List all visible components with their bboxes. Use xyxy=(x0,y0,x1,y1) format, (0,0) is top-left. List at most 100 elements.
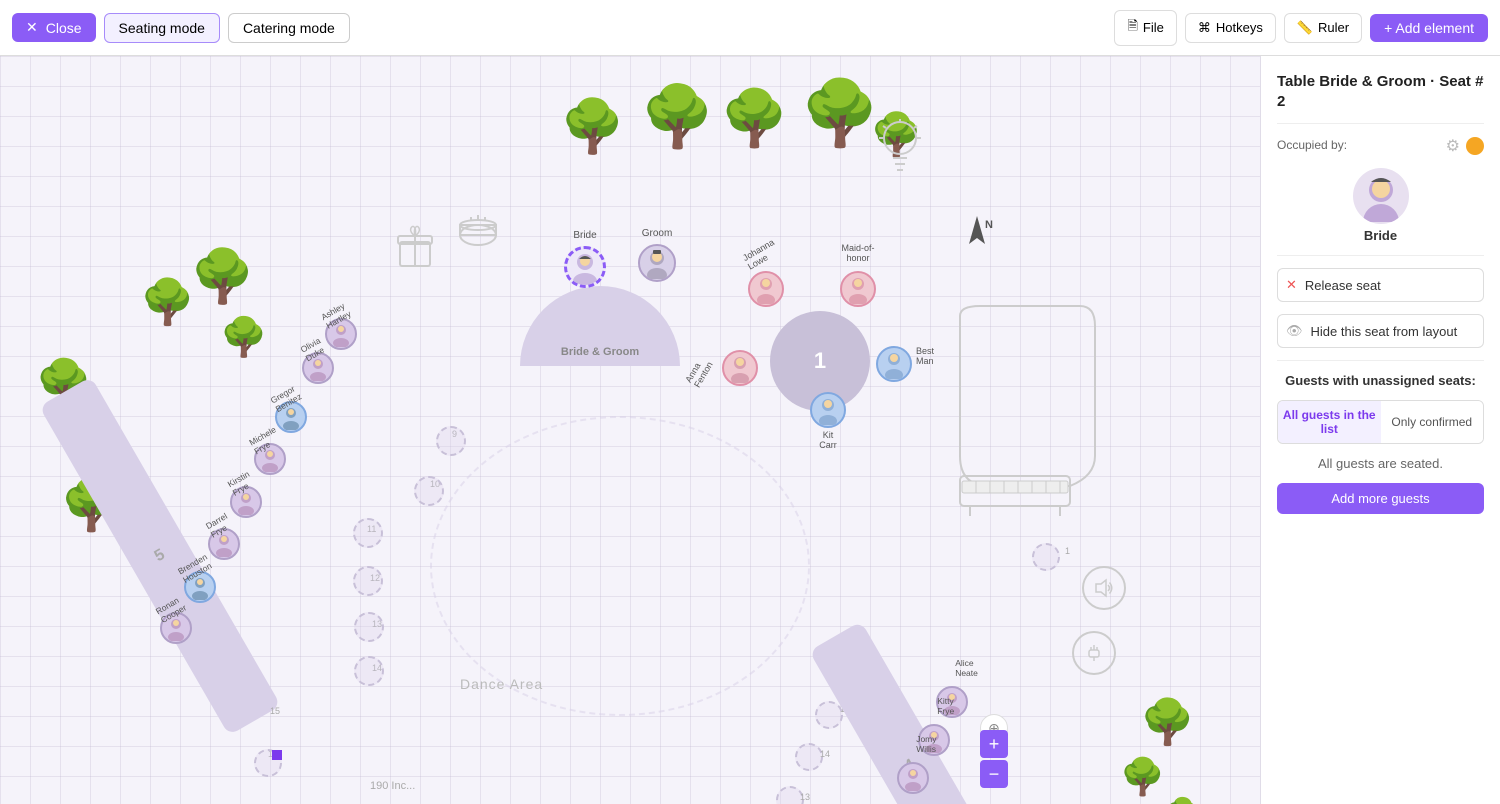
groom-seat[interactable]: Groom xyxy=(638,244,676,282)
file-icon: 🗎 xyxy=(1127,17,1137,39)
ruler-icon: 📏 xyxy=(1297,20,1313,36)
add-guests-label: Add more guests xyxy=(1331,491,1429,506)
tree-icon-3: 🌳 xyxy=(720,86,788,151)
add-more-guests-button[interactable]: Add more guests xyxy=(1277,483,1484,514)
svg-text:N: N xyxy=(985,219,993,231)
kirstin-seat[interactable]: KirstinFrye xyxy=(230,486,262,518)
empty-seat-11[interactable] xyxy=(353,518,383,548)
empty-seat-12[interactable] xyxy=(353,566,383,596)
occupied-row: Occupied by: ⚙ xyxy=(1277,136,1484,156)
tree-icon-br1: 🌳 xyxy=(1140,696,1195,748)
seating-mode-button[interactable]: Seating mode xyxy=(104,13,220,43)
kitty-label: KittyFrye xyxy=(937,696,954,716)
tree-icon-br3: 🌳 xyxy=(1165,796,1200,804)
topbar-right: 🗎 File ⌘ Hotkeys 📏 Ruler + Add element xyxy=(1114,10,1488,46)
num-14-r: 14 xyxy=(820,749,830,759)
catering-mode-button[interactable]: Catering mode xyxy=(228,13,350,43)
maid-seat[interactable]: Maid-of-honor xyxy=(840,271,876,307)
hotkeys-button[interactable]: ⌘ Hotkeys xyxy=(1185,13,1276,43)
kitcarr-seat[interactable]: KitCarr xyxy=(810,392,846,428)
all-seated-message: All guests are seated. xyxy=(1277,456,1484,471)
release-seat-button[interactable]: ✕ Release seat xyxy=(1277,268,1484,302)
bride-avatar-section: Bride xyxy=(1277,168,1484,243)
jomy-label: JomyWillis xyxy=(916,734,936,754)
hide-seat-label: Hide this seat from layout xyxy=(1311,324,1458,339)
speaker-icon-container xyxy=(1082,566,1126,610)
empty-seat-9[interactable] xyxy=(436,426,466,456)
num-13-r: 13 xyxy=(800,792,810,802)
ashley-seat[interactable]: AshleyHartley xyxy=(325,318,357,350)
anna-seat[interactable]: AnnaFenton xyxy=(722,350,758,386)
tree-icon-1: 🌳 xyxy=(560,96,625,157)
olivia-seat[interactable]: OliviaDuke xyxy=(302,352,334,384)
close-button[interactable]: ✕ Close xyxy=(12,13,96,42)
canvas[interactable]: 🌳 🌳 🌳 🌳 🌳 🌳 🌳 🌳 🌳 🌳 xyxy=(0,56,1260,804)
ronan-seat[interactable]: RonanCooper xyxy=(160,612,192,644)
seat-15[interactable] xyxy=(815,701,843,729)
seat-14b[interactable] xyxy=(795,743,823,771)
gregor-seat[interactable]: GregorBenitez xyxy=(275,401,307,433)
tab-confirmed-label: Only confirmed xyxy=(1391,415,1472,429)
seat-num-15: 15 xyxy=(270,706,280,716)
tab-all-guests[interactable]: All guests in the list xyxy=(1278,401,1381,443)
tree-icon-4: 🌳 xyxy=(800,76,880,151)
add-element-button[interactable]: + Add element xyxy=(1370,14,1488,42)
tab-all-label: All guests in the list xyxy=(1283,408,1376,436)
scale-label: 190 Inc... xyxy=(370,780,415,792)
lightbulb-icon xyxy=(875,116,925,185)
zoom-controls: + − xyxy=(980,730,1008,788)
brenden-seat[interactable]: BrendenHouston xyxy=(184,571,216,603)
tree-icon-6: 🌳 xyxy=(140,276,195,328)
release-seat-label: Release seat xyxy=(1305,278,1381,293)
hide-seat-button[interactable]: 👁 Hide this seat from layout xyxy=(1277,314,1484,348)
tree-icon-8: 🌳 xyxy=(220,316,267,360)
michele-seat[interactable]: MicheleFrye xyxy=(254,443,286,475)
main-area: 🌳 🌳 🌳 🌳 🌳 🌳 🌳 🌳 🌳 🌳 xyxy=(0,56,1500,804)
seat-piano-1[interactable] xyxy=(1032,543,1060,571)
color-dot-button[interactable] xyxy=(1466,137,1484,155)
piano xyxy=(940,296,1100,531)
ruler-label: Ruler xyxy=(1318,20,1349,35)
bride-name: Bride xyxy=(1364,228,1397,243)
hotkeys-label: Hotkeys xyxy=(1216,20,1263,35)
guest-tabs: All guests in the list Only confirmed xyxy=(1277,400,1484,444)
divider-3 xyxy=(1277,360,1484,361)
purple-dot xyxy=(272,750,282,760)
divider-2 xyxy=(1277,255,1484,256)
johanna-label: JohannaLowe xyxy=(741,237,781,272)
tab-confirmed[interactable]: Only confirmed xyxy=(1381,401,1484,443)
file-button[interactable]: 🗎 File xyxy=(1114,10,1176,46)
empty-seat-14[interactable] xyxy=(354,656,384,686)
occupied-by-text: Occupied by: xyxy=(1277,138,1347,152)
occupied-by-label: Occupied by: xyxy=(1277,136,1347,154)
cake-icon xyxy=(455,199,501,254)
compass: N xyxy=(959,214,995,259)
divider-1 xyxy=(1277,123,1484,124)
bride-name-label: Bride xyxy=(573,230,596,241)
close-x-icon: ✕ xyxy=(26,19,38,36)
add-element-label: + Add element xyxy=(1384,20,1474,36)
jomy-seat[interactable]: JomyWillis xyxy=(897,762,929,794)
johanna-seat[interactable]: JohannaLowe xyxy=(748,271,784,307)
bride-seat[interactable]: Bride xyxy=(564,246,606,288)
tree-icon-2: 🌳 xyxy=(640,81,715,152)
dance-dashed-circle xyxy=(430,416,810,716)
scale-bar: 190 Inc... xyxy=(370,780,415,792)
topbar: ✕ Close Seating mode Catering mode 🗎 Fil… xyxy=(0,0,1500,56)
occupied-right: ⚙ xyxy=(1446,136,1484,156)
table5: 5 xyxy=(39,376,281,735)
darrel-seat[interactable]: DarrelFrye xyxy=(208,528,240,560)
bestman-seat[interactable]: BestMan xyxy=(876,346,912,382)
zoom-out-button[interactable]: − xyxy=(980,760,1008,788)
ruler-button[interactable]: 📏 Ruler xyxy=(1284,13,1362,43)
guests-title: Guests with unassigned seats: xyxy=(1277,373,1484,388)
empty-seat-10[interactable] xyxy=(414,476,444,506)
gear-button[interactable]: ⚙ xyxy=(1446,136,1460,156)
kitcarr-label: KitCarr xyxy=(819,430,837,450)
empty-seat-13[interactable] xyxy=(354,612,384,642)
anna-label: AnnaFenton xyxy=(683,355,714,389)
gift-icon xyxy=(395,224,435,275)
hotkeys-icon: ⌘ xyxy=(1198,20,1211,36)
seating-mode-label: Seating mode xyxy=(119,20,205,36)
zoom-in-button[interactable]: + xyxy=(980,730,1008,758)
